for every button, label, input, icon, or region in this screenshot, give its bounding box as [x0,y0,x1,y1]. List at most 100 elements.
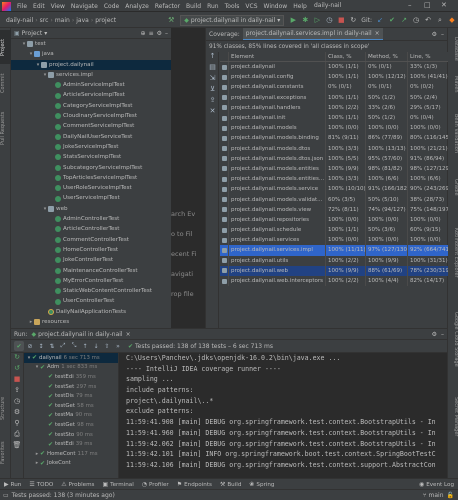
coverage-row[interactable]: project.dailynail.models.validat... 60% (… [220,194,448,205]
git-commit-icon[interactable]: ✔ [387,15,397,25]
status-message[interactable]: Tests passed: 138 (3 minutes ago) [12,492,115,499]
coverage-row[interactable]: project.dailynail.models.entities... 100%… [220,174,448,185]
coverage-row[interactable]: project.dailynail.models 100% (0/0) 100% (… [220,123,448,134]
tab-maven[interactable]: Maven [448,70,458,98]
menu-window[interactable]: Window [261,3,291,10]
breadcrumb-item[interactable]: project [95,17,116,24]
navigate-with-single-click-icon[interactable]: ⇲ [206,74,219,85]
print-icon[interactable]: ⎙ [11,430,23,441]
project-tree-item[interactable]: CommentServiceImplTest [11,121,171,131]
breadcrumb-item[interactable]: main [55,17,70,24]
hide-icon[interactable]: – [441,331,444,338]
coverage-row[interactable]: project.dailynail.exceptions 100% (1/1) 50… [220,92,448,103]
project-tree-item[interactable]: JokeServiceImplTest [11,142,171,152]
stop-icon[interactable]: ■ [336,15,346,25]
close-icon[interactable]: ✕ [441,1,447,9]
menu-help[interactable]: Help [290,3,310,10]
sort-by-duration-icon[interactable]: ⇅ [47,341,57,351]
coverage-row[interactable]: project.dailynail.models.entities 100% (9… [220,163,448,175]
settings-icon[interactable]: ⚙ [11,408,23,419]
gear-icon[interactable]: ⚙ [432,331,437,338]
tab-kotlinotent-explorer[interactable]: Kotlinotent Explorer [448,218,458,288]
breadcrumb-item[interactable]: java [76,17,89,24]
close-tab-icon[interactable]: × [126,331,131,338]
project-tree-item[interactable]: ArticleServiceImplTest [11,90,171,100]
gear-icon[interactable]: ⚙ [432,31,437,38]
close-tab-icon[interactable]: × [375,30,380,37]
debug-icon[interactable]: ✱ [300,15,310,25]
coverage-row[interactable]: project.dailynail.handlers 100% (2/2) 33% … [220,102,448,113]
project-tree-item[interactable]: ▾ web [11,204,171,214]
breadcrumb-item[interactable]: daily-nail [6,17,33,24]
tab-commit[interactable]: Commit [0,68,11,98]
project-tree-item[interactable]: UserServiceImplTest [11,193,171,203]
menu-vcs[interactable]: VCS [242,3,260,10]
project-tree-item[interactable]: JokeControllerTest [11,255,171,265]
coverage-row[interactable]: project.dailynail.models.view 72% (8/11) 7… [220,204,448,215]
coverage-row[interactable]: project.dailynail.web.interceptors 100% (… [220,275,448,287]
stop-icon[interactable]: ■ [11,375,23,386]
search-icon[interactable]: ⌕ [435,15,445,25]
menu-view[interactable]: View [48,3,68,10]
menu-edit[interactable]: Edit [30,3,48,10]
menu-analyze[interactable]: Analyze [122,3,152,10]
flatten-packages-icon[interactable]: ▤ [206,63,219,74]
coverage-row[interactable]: project.dailynail.repositories 100% (0/0)… [220,214,448,225]
ide-logo-icon[interactable]: ◆ [447,15,457,25]
coverage-row[interactable]: project.dailynail.constants 0% (0/1) 0% (0… [220,82,448,93]
menu-tools[interactable]: Tools [222,3,243,10]
tab-gradle[interactable]: Gradle [448,170,458,204]
collapse-all-icon[interactable]: ⤡ [69,341,79,351]
project-tree-item[interactable]: ▾ test [11,39,171,49]
run-tab[interactable]: project.dailynail in daily-nail [38,331,122,338]
project-tree-item[interactable]: ▸ resources [11,317,171,327]
coverage-row[interactable]: project.dailynail.config 100% (1/1) 100% (… [220,72,448,83]
project-tree-item[interactable]: ArticleControllerTest [11,224,171,234]
project-tree-item[interactable]: CommentControllerTest [11,235,171,245]
show-passed-icon[interactable]: ✔ [14,341,24,351]
coverage-row[interactable]: project.dailynail.models.binding 81% (9/1… [220,133,448,144]
hammer-icon[interactable]: ⚒ [166,15,176,25]
profile-icon[interactable]: ◷ [324,15,334,25]
collapse-all-icon[interactable]: ≡ [149,30,154,37]
menu-navigate[interactable]: Navigate [68,3,101,10]
menu-refactor[interactable]: Refactor [152,3,183,10]
coverage-row[interactable]: project.dailynail 100% (1/1) 0% (0/1) 33% (… [220,62,448,73]
previous-icon[interactable]: ↑ [80,341,90,351]
project-tree-item[interactable]: UserControllerTest [11,296,171,306]
tab-structure[interactable]: Structure [0,390,11,426]
test-result-item[interactable]: ▾ ✔ dailynail 6 sec 713 ms [24,353,118,363]
run-configuration-select[interactable]: ◆ project.dailynail in daily-nail ▾ [180,14,285,26]
project-tree-item[interactable]: CategoryServiceImplTest [11,101,171,111]
coverage-row[interactable]: project.dailynail.models.service 100% (10… [220,184,448,195]
export-icon[interactable]: ⇪ [206,96,219,107]
coverage-row[interactable]: project.dailynail.web 100% (9/9) 88% (61/6… [220,265,448,276]
next-icon[interactable]: ↓ [91,341,101,351]
coverage-row[interactable]: project.dailynail.models.dtos 100% (3/3) 1… [220,143,448,154]
project-tree-item[interactable]: ▾ project.dailynail [11,59,171,70]
more-icon[interactable]: » [113,341,123,351]
project-tree-item[interactable]: AdminServiceImplTest [11,80,171,90]
tab-favorites[interactable]: Favorites [0,433,11,473]
menu-code[interactable]: Code [101,3,122,10]
breadcrumb-item[interactable]: src [40,17,49,24]
menu-build[interactable]: Build [183,3,204,10]
show-ignored-icon[interactable]: ⊘ [25,341,35,351]
filter-icon[interactable]: ⊻ [206,85,219,96]
tab-google-cloud-storage[interactable]: Google Cloud Storage [448,296,458,382]
coverage-row[interactable]: project.dailynail.init 100% (1/1) 50% (1/2… [220,112,448,124]
export-results-icon[interactable]: ⇪ [11,386,23,397]
test-result-item[interactable]: ✔ testGet 98 ms [24,420,118,430]
run-icon[interactable]: ▶ [288,15,298,25]
coverage-row[interactable]: project.dailynail.utils 100% (2/2) 100% (9… [220,255,448,266]
test-result-item[interactable]: ✔ testGet 58 ms [24,401,118,411]
project-tree-item[interactable]: MyErrorControllerTest [11,276,171,286]
test-result-item[interactable]: ✔ testSet 297 ms [24,382,118,392]
project-tree-item[interactable]: MaintenanceControllerTest [11,266,171,276]
tab-secret-manager[interactable]: Secret Manager [448,390,458,444]
coverage-tab[interactable]: project.dailynail.services.impl in daily… [242,28,383,40]
update-icon[interactable]: ↻ [348,15,358,25]
project-tree-item[interactable]: ▾ java [11,49,171,59]
project-tree-item[interactable]: SubcategoryServiceImplTest [11,163,171,173]
test-result-item[interactable]: ▸ ✔ JokeCont [24,459,118,469]
